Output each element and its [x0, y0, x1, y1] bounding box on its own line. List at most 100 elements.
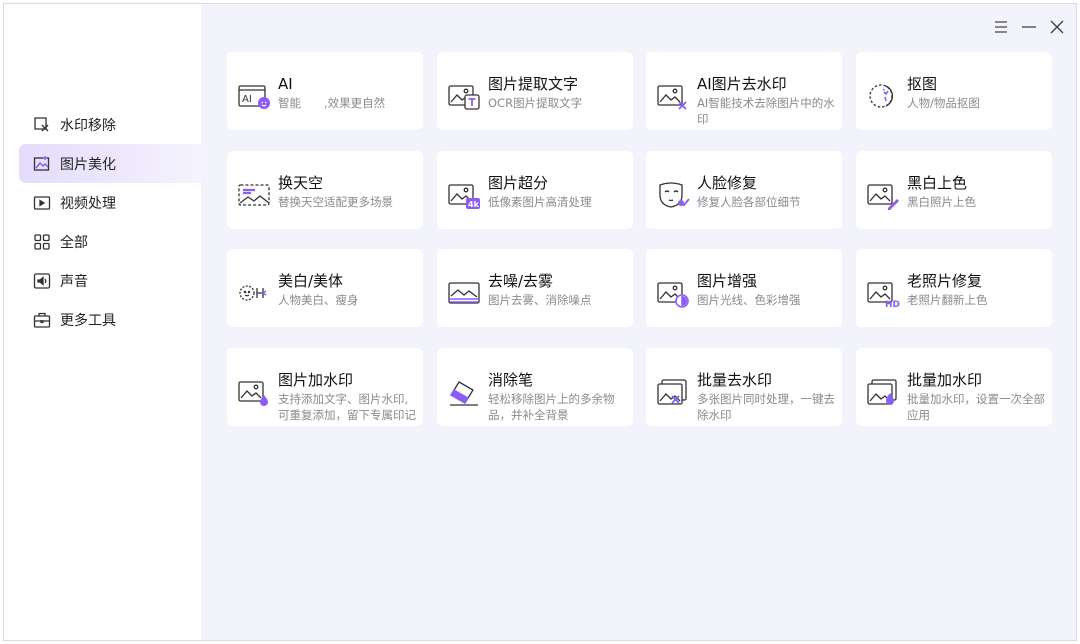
batch-add-watermark-icon	[866, 376, 900, 408]
tool-card[interactable]: 批量去水印多张图片同时处理，一键去除水印	[646, 348, 842, 426]
tool-card-text: 批量加水印批量加水印，设置一次全部应用	[907, 372, 1052, 423]
sidebar-item-5[interactable]: 更多工具	[19, 300, 201, 339]
image-beautify-icon	[33, 155, 51, 173]
tool-description: 批量加水印，设置一次全部应用	[907, 392, 1045, 422]
tool-description: 支持添加文字、图片水印,可重复添加，留下专属印记	[278, 392, 416, 422]
tool-description: 人物美白、瘦身	[278, 293, 359, 307]
toolbox-icon	[33, 311, 51, 329]
cutout-icon	[866, 80, 900, 112]
tool-card[interactable]: 图片加水印支持添加文字、图片水印,可重复添加，留下专属印记	[227, 348, 423, 426]
tool-title: 去噪/去雾	[488, 272, 554, 290]
tool-title: 消除笔	[488, 371, 534, 389]
sidebar-item-1[interactable]: 图片美化	[19, 144, 201, 183]
tool-card-text: 人脸修复修复人脸各部位细节	[697, 175, 842, 210]
sidebar-item-label: 水印移除	[60, 117, 116, 134]
tool-title: 图片提取文字	[488, 75, 579, 93]
video-icon	[33, 194, 51, 212]
tool-card[interactable]: 消除笔轻松移除图片上的多余物品，并补全背景	[437, 348, 633, 426]
tool-card-text: 图片提取文字 OCR图片提取文字	[488, 76, 633, 111]
main-panel: AI AI 智能 ,效果更自然 图片提取文字 OCR图片提取文字 AI图片去水印 AI智能技…	[201, 4, 1076, 640]
tool-description: OCR图片提取文字	[488, 96, 583, 110]
tool-title: 美白/美体	[278, 272, 344, 290]
minimize-icon[interactable]	[1020, 18, 1038, 36]
tool-card-text: 去噪/去雾图片去雾、消除噪点	[488, 273, 633, 308]
sidebar-item-0[interactable]: 水印移除	[19, 105, 201, 144]
tool-description: 图片去雾、消除噪点	[488, 293, 592, 307]
add-watermark-icon	[237, 376, 271, 408]
tool-card[interactable]: 去噪/去雾图片去雾、消除噪点	[437, 249, 633, 327]
sidebar-item-label: 视频处理	[60, 195, 116, 212]
sidebar: 水印移除图片美化视频处理全部声音更多工具	[4, 4, 201, 640]
tool-card[interactable]: 图片提取文字 OCR图片提取文字	[437, 52, 633, 130]
old-photo-repair-icon: HD	[866, 277, 900, 310]
tool-card[interactable]: 4k 图片超分低像素图片高清处理	[437, 151, 633, 229]
tool-card[interactable]: 抠图人物/物品抠图	[856, 52, 1052, 130]
ai-icon: AI	[237, 80, 271, 112]
svg-text:HD: HD	[885, 300, 900, 309]
tool-card[interactable]: 换天空替换天空适配更多场景	[227, 151, 423, 229]
tool-card-text: 消除笔轻松移除图片上的多余物品，并补全背景	[488, 372, 633, 423]
close-icon[interactable]	[1048, 18, 1066, 36]
tool-card-text: AI 智能 ,效果更自然	[278, 76, 423, 111]
tool-card-text: 美白/美体人物美白、瘦身	[278, 273, 423, 308]
tool-card[interactable]: 黑白上色黑白照片上色	[856, 151, 1052, 229]
sidebar-item-2[interactable]: 视频处理	[19, 183, 201, 222]
tool-card[interactable]: 批量加水印批量加水印，设置一次全部应用	[856, 348, 1052, 426]
tool-card[interactable]: 图片增强 图片光线、色彩增强	[646, 249, 842, 327]
tool-description: 黑白照片上色	[907, 195, 976, 209]
sidebar-nav: 水印移除图片美化视频处理全部声音更多工具	[19, 105, 201, 339]
tool-title: 批量去水印	[697, 371, 773, 389]
tool-description: 多张图片同时处理，一键去除水印	[697, 392, 835, 422]
enhance-icon	[656, 277, 690, 309]
tool-card-text: 图片加水印支持添加文字、图片水印,可重复添加，留下专属印记	[278, 372, 423, 423]
menu-icon[interactable]	[992, 18, 1010, 36]
audio-icon	[33, 272, 51, 290]
ocr-icon	[447, 80, 481, 112]
tool-title: 图片加水印	[278, 371, 354, 389]
tool-card[interactable]: 人脸修复修复人脸各部位细节	[646, 151, 842, 229]
svg-text:4k: 4k	[468, 200, 480, 209]
sidebar-item-label: 更多工具	[60, 312, 116, 329]
tool-card-text: AI图片去水印 AI智能技术去除图片中的水印	[697, 76, 842, 127]
tool-card-text: 图片增强 图片光线、色彩增强	[697, 273, 842, 308]
tool-description: 轻松移除图片上的多余物品，并补全背景	[488, 392, 615, 422]
svg-text:AI: AI	[242, 94, 252, 105]
sidebar-item-label: 声音	[60, 273, 88, 290]
tool-description: 智能 ,效果更自然	[278, 96, 386, 110]
tool-description: AI智能技术去除图片中的水印	[697, 96, 835, 126]
tool-card[interactable]: HD 老照片修复老照片翻新上色	[856, 249, 1052, 327]
tool-description: 低像素图片高清处理	[488, 195, 592, 209]
tool-description: 人物/物品抠图	[907, 96, 980, 110]
face-repair-icon	[656, 179, 690, 211]
beauty-icon	[237, 277, 271, 309]
tool-card-text: 老照片修复老照片翻新上色	[907, 273, 1052, 308]
tool-description: 修复人脸各部位细节	[697, 195, 801, 209]
tool-description: 老照片翻新上色	[907, 293, 988, 307]
window-controls	[992, 18, 1066, 36]
tool-title: 图片增强	[697, 272, 758, 290]
tool-card-text: 黑白上色黑白照片上色	[907, 175, 1052, 210]
app-window: 水印移除图片美化视频处理全部声音更多工具 AI AI 智能 ,效果更自然 图片提取文字…	[3, 3, 1077, 641]
tool-title: 人脸修复	[697, 174, 758, 192]
tool-title: 换天空	[278, 174, 324, 192]
tool-title: 抠图	[907, 75, 938, 93]
tool-card-text: 换天空替换天空适配更多场景	[278, 175, 423, 210]
sidebar-item-4[interactable]: 声音	[19, 261, 201, 300]
watermark-remove-icon	[33, 116, 51, 134]
tool-title: AI图片去水印	[697, 75, 787, 93]
tool-title: 批量加水印	[907, 371, 983, 389]
tool-card-text: 图片超分低像素图片高清处理	[488, 175, 633, 210]
sky-replace-icon	[237, 179, 271, 211]
tool-card[interactable]: AI AI 智能 ,效果更自然	[227, 52, 423, 130]
tool-title: 图片超分	[488, 174, 549, 192]
colorize-icon	[866, 179, 900, 211]
tool-card[interactable]: 美白/美体人物美白、瘦身	[227, 249, 423, 327]
tool-title: AI	[278, 75, 293, 93]
tool-card[interactable]: AI图片去水印 AI智能技术去除图片中的水印	[646, 52, 842, 130]
ai-watermark-remove-icon	[656, 80, 690, 112]
tool-title: 老照片修复	[907, 272, 983, 290]
sidebar-item-label: 全部	[60, 234, 88, 251]
sidebar-item-3[interactable]: 全部	[19, 222, 201, 261]
tool-title: 黑白上色	[907, 174, 968, 192]
tool-description: 替换天空适配更多场景	[278, 195, 393, 209]
